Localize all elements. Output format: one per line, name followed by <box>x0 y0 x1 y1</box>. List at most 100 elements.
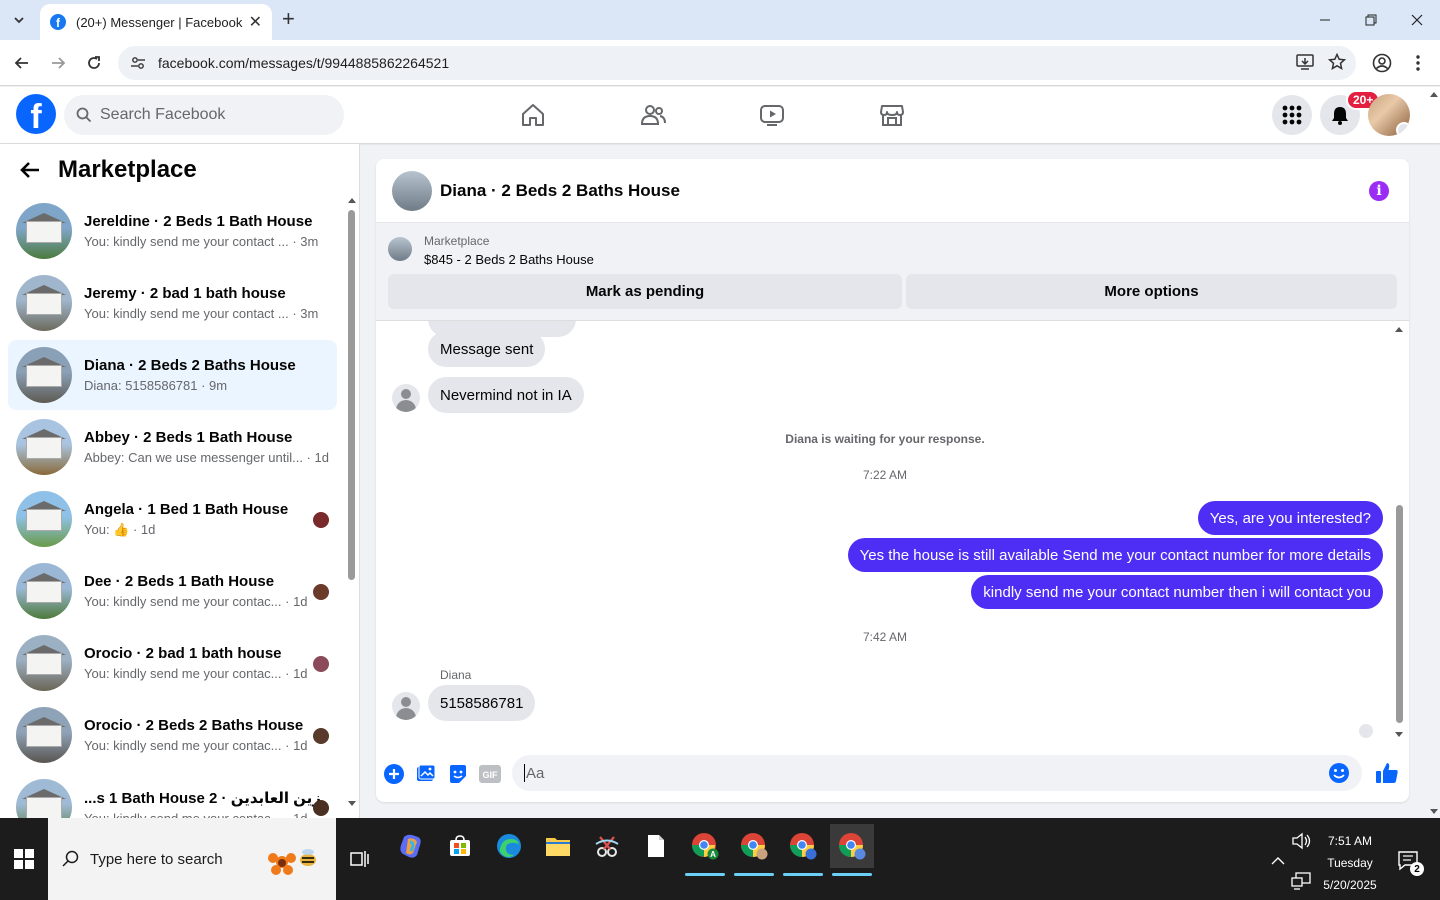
home-icon[interactable] <box>519 101 547 129</box>
friends-icon[interactable] <box>639 101 667 129</box>
copilot-app-icon[interactable] <box>389 824 433 868</box>
facebook-search[interactable]: Search Facebook <box>64 95 344 135</box>
restore-icon[interactable] <box>1348 0 1394 40</box>
forward-icon[interactable] <box>45 50 71 76</box>
message-thread: Message sent Nevermind not in IA Diana i… <box>376 321 1409 748</box>
install-app-icon[interactable] <box>1296 53 1314 74</box>
url-bar[interactable]: facebook.com/messages/t/9944885862264521 <box>118 46 1356 80</box>
reload-icon[interactable] <box>81 50 107 76</box>
clock-time: 7:51 AM <box>1327 834 1373 848</box>
facebook-logo-icon[interactable]: f <box>16 94 56 134</box>
conversation-preview: You: kindly send me your contact ... · 3… <box>84 234 319 249</box>
conversation-preview: Abbey: Can we use messenger until... · 1… <box>84 450 329 465</box>
like-thumbs-up-icon[interactable] <box>1374 760 1400 786</box>
conversation-name: ...s 1 Bath House 2 · زين العابدين <box>84 789 321 807</box>
page-scrollbar[interactable] <box>1428 88 1440 818</box>
emoji-icon[interactable] <box>1328 762 1350 788</box>
photo-icon[interactable] <box>415 763 437 785</box>
watch-icon[interactable] <box>758 101 786 129</box>
more-options-button[interactable]: More options <box>906 274 1397 309</box>
task-view-icon[interactable] <box>348 848 372 870</box>
chrome-profile-1-icon[interactable]: A <box>683 824 727 876</box>
microsoft-store-icon[interactable] <box>438 824 482 868</box>
add-plus-icon[interactable] <box>383 763 405 785</box>
search-icon <box>76 107 92 123</box>
conversation-item[interactable]: Dee · 2 Beds 1 Bath House You: kindly sen… <box>8 556 337 626</box>
message-bubble-out[interactable]: Yes, are you interested? <box>1197 501 1383 535</box>
conversation-item[interactable]: Jeremy · 2 bad 1 bath house You: kindly s… <box>8 268 337 338</box>
buyer-avatar <box>313 656 329 672</box>
chrome-profile-2-icon[interactable] <box>732 824 776 876</box>
conversation-info-icon[interactable]: i <box>1369 181 1389 201</box>
message-bubble-in[interactable]: Message sent <box>428 331 546 367</box>
message-bubble-in[interactable]: 5158586781 <box>428 685 536 721</box>
message-bubble-out[interactable]: Yes the house is still available Send me… <box>847 538 1383 572</box>
clock-day: Tuesday <box>1327 856 1373 870</box>
conversation-avatar[interactable] <box>392 170 432 211</box>
network-icon[interactable] <box>1290 870 1312 892</box>
close-tab-icon[interactable]: ✕ <box>249 12 262 32</box>
browser-tab-bar: f (20+) Messenger | Facebook ✕ + <box>0 0 1440 40</box>
conversation-name: Orocio · 2 Beds 2 Baths House <box>84 717 304 734</box>
conversation-item[interactable]: ...s 1 Bath House 2 · زين العابدين You: k… <box>8 772 337 818</box>
conversation-item[interactable]: Angela · 1 Bed 1 Bath House You: 👍 · 1d <box>8 484 337 554</box>
chat-scrollbar[interactable] <box>1394 325 1404 739</box>
conversation-name: Jeremy · 2 bad 1 bath house <box>84 285 286 302</box>
url-text: facebook.com/messages/t/9944885862264521 <box>158 55 450 71</box>
show-hidden-icons-chevron-icon[interactable] <box>1267 850 1289 872</box>
listing-photo <box>16 203 72 259</box>
minimize-icon[interactable] <box>1302 0 1348 40</box>
menu-grid-icon[interactable] <box>1272 95 1312 135</box>
sticker-icon[interactable] <box>447 763 469 785</box>
chat-title[interactable]: Diana · 2 Beds 2 Baths House <box>440 181 680 201</box>
svg-text:A: A <box>710 850 716 859</box>
text-caret <box>524 764 525 782</box>
conversation-item[interactable]: Diana · 2 Beds 2 Baths House Diana: 51585… <box>8 340 337 410</box>
conversation-name: Orocio · 2 bad 1 bath house <box>84 645 282 662</box>
new-tab-icon[interactable]: + <box>282 8 295 30</box>
account-avatar[interactable] <box>1368 94 1410 136</box>
sender-name: Diana <box>440 668 472 682</box>
conversation-item[interactable]: Orocio · 2 bad 1 bath house You: kindly s… <box>8 628 337 698</box>
chrome-profile-3-icon[interactable] <box>781 824 825 876</box>
back-icon[interactable] <box>9 50 35 76</box>
profile-icon[interactable] <box>1369 50 1395 76</box>
taskbar-search[interactable]: Type here to search <box>48 818 336 900</box>
snipping-tool-icon[interactable] <box>585 824 629 868</box>
listing-photo <box>16 779 72 818</box>
windows-start-icon[interactable] <box>12 848 36 870</box>
browser-menu-icon[interactable] <box>1405 50 1431 76</box>
message-bubble-out[interactable]: kindly send me your contact number then … <box>971 575 1383 609</box>
listing-thumbnail[interactable] <box>388 237 412 261</box>
notepad-file-icon[interactable] <box>634 824 678 868</box>
marketplace-icon[interactable] <box>878 101 906 129</box>
bookmark-star-icon[interactable] <box>1327 52 1347 74</box>
sender-avatar[interactable] <box>392 692 420 720</box>
back-arrow-icon[interactable] <box>20 161 44 179</box>
action-center-icon[interactable]: 2 <box>1396 848 1424 876</box>
sender-avatar[interactable] <box>392 384 420 412</box>
edge-browser-icon[interactable] <box>487 824 531 868</box>
conversation-item[interactable]: Jereldine · 2 Beds 1 Bath House You: kind… <box>8 196 337 266</box>
tab-search-dropdown-icon[interactable] <box>6 7 32 33</box>
listing-photo <box>16 419 72 475</box>
close-window-icon[interactable] <box>1394 0 1440 40</box>
site-info-icon[interactable] <box>130 55 148 71</box>
chrome-profile-4-icon[interactable] <box>830 824 874 876</box>
volume-icon[interactable] <box>1290 830 1312 852</box>
listing-price-title[interactable]: $845 - 2 Beds 2 Baths House <box>424 252 594 267</box>
account-chevron-down-icon[interactable] <box>1396 122 1410 136</box>
conversation-item[interactable]: Orocio · 2 Beds 2 Baths House You: kindly… <box>8 700 337 770</box>
taskbar-clock[interactable]: 7:51 AM Tuesday 5/20/2025 <box>1318 830 1382 896</box>
browser-tab[interactable]: f (20+) Messenger | Facebook ✕ <box>40 4 272 40</box>
buyer-avatar <box>313 584 329 600</box>
mark-as-pending-button[interactable]: Mark as pending <box>388 274 902 309</box>
message-input[interactable]: Aa <box>512 755 1362 791</box>
conversation-name: Diana · 2 Beds 2 Baths House <box>84 357 296 374</box>
gif-icon[interactable]: GIF <box>479 763 501 785</box>
sidebar-scrollbar[interactable] <box>347 196 356 808</box>
message-bubble-in[interactable]: Nevermind not in IA <box>428 377 584 413</box>
file-explorer-icon[interactable] <box>536 824 580 868</box>
conversation-item[interactable]: Abbey · 2 Beds 1 Bath House Abbey: Can we… <box>8 412 337 482</box>
listing-photo <box>16 635 72 691</box>
